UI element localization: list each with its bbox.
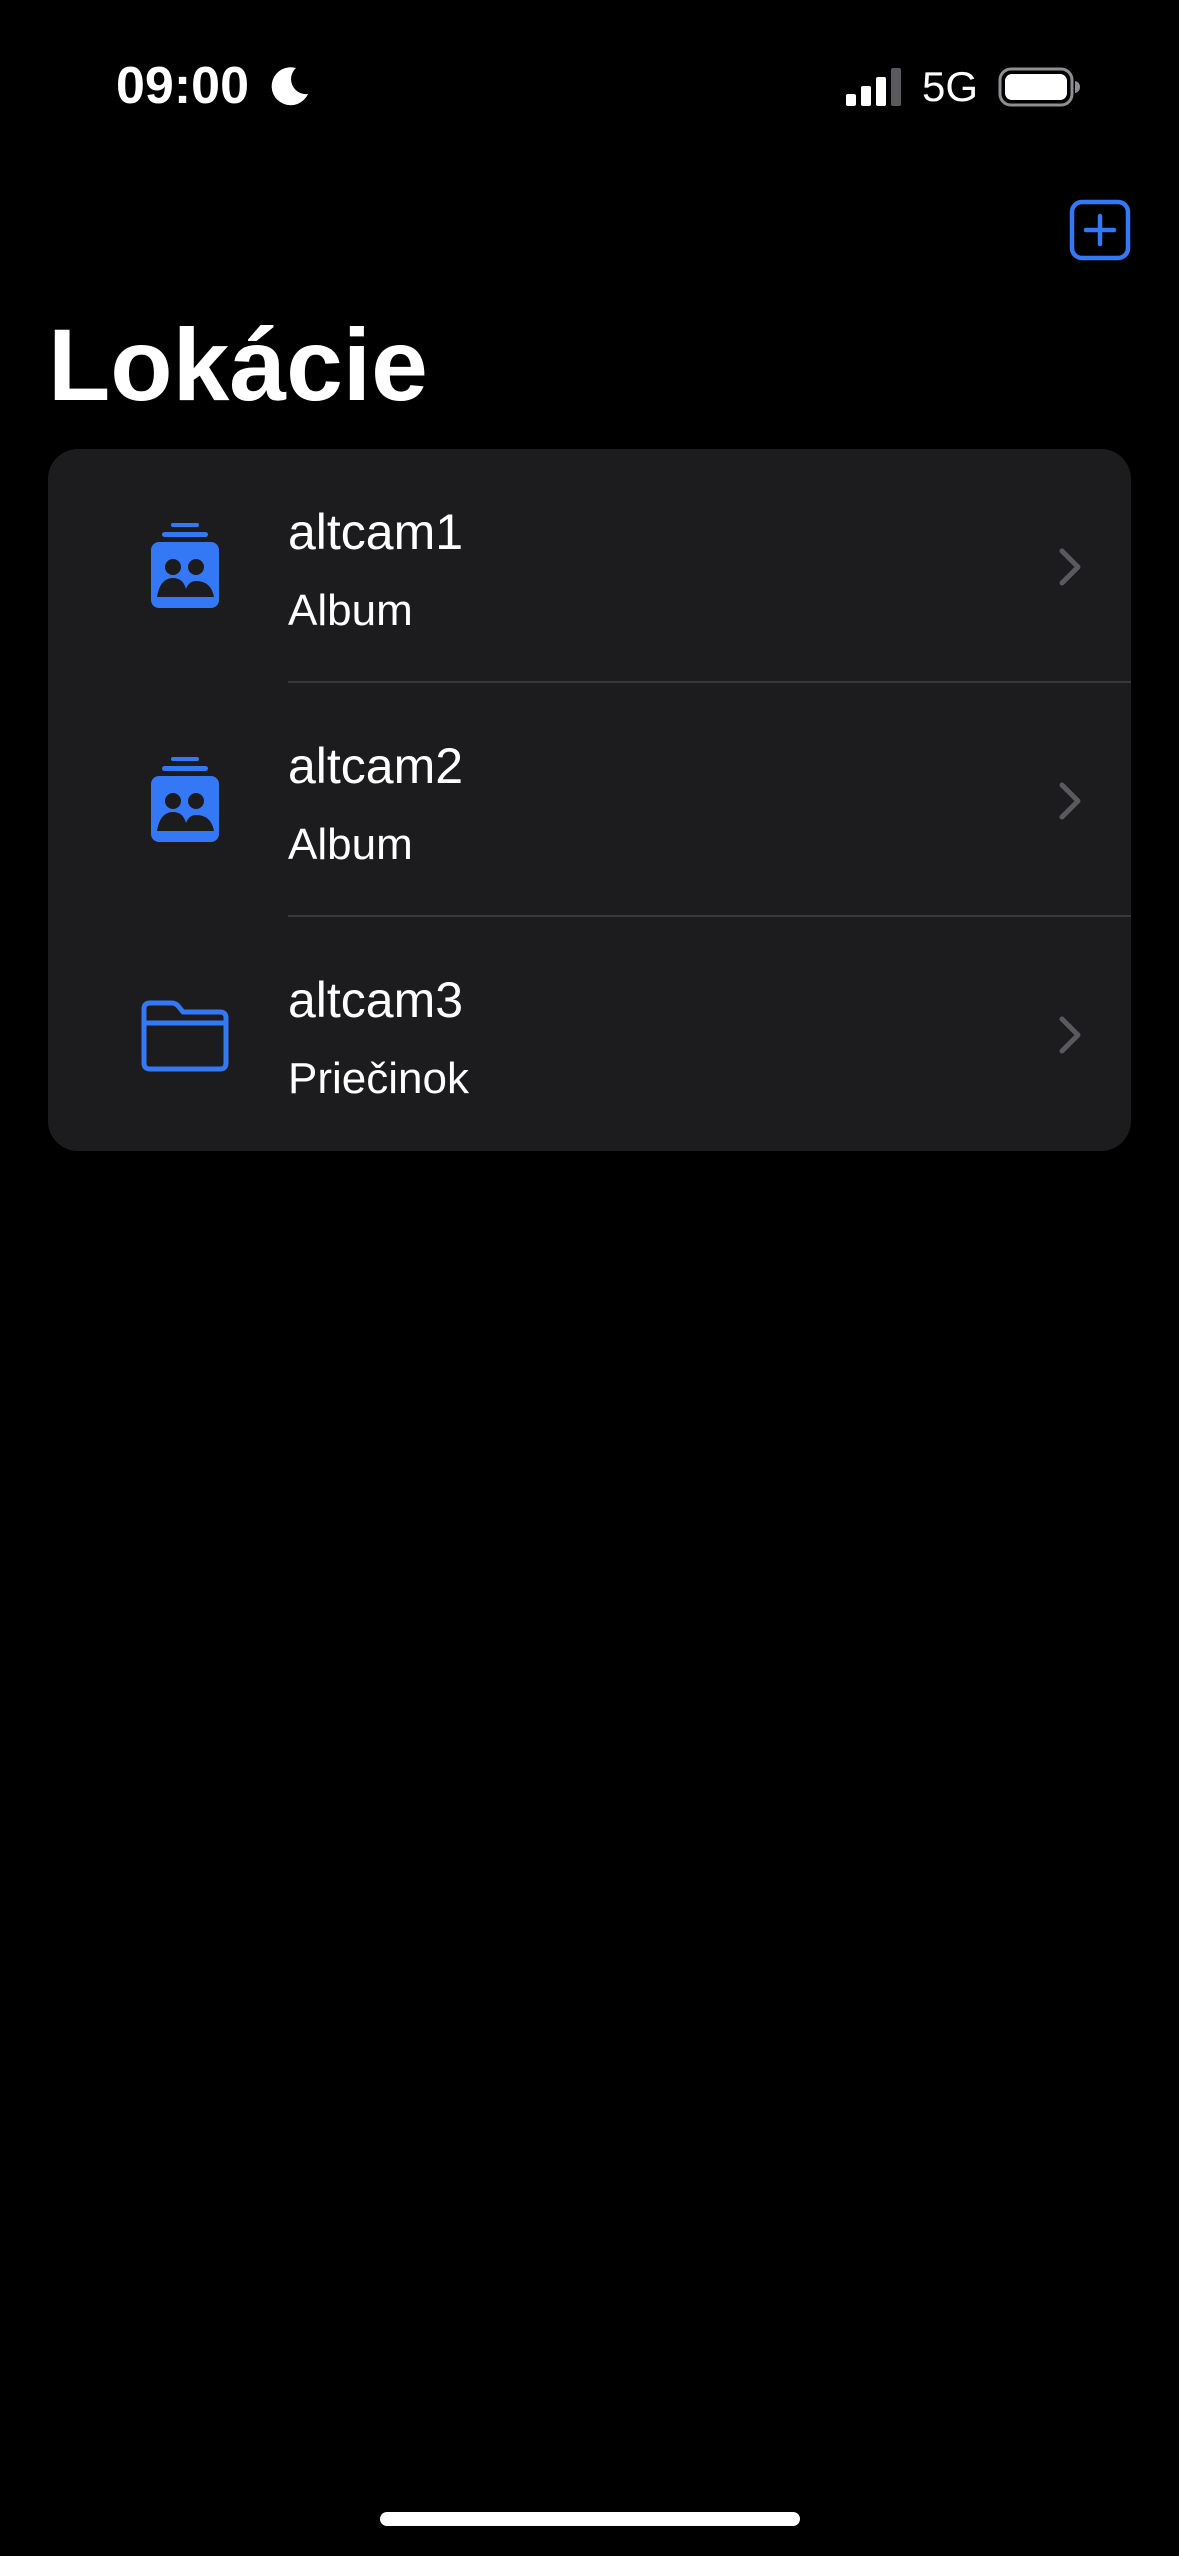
location-row-altcam3[interactable]: altcam3 Priečinok — [48, 917, 1131, 1151]
chevron-right-icon — [1059, 548, 1081, 586]
location-type: Album — [288, 820, 413, 869]
chevron-right-icon — [1059, 782, 1081, 820]
network-label: 5G — [922, 63, 979, 110]
location-name: altcam2 — [288, 738, 464, 794]
location-row-altcam2[interactable]: altcam2 Album — [48, 683, 1131, 917]
location-name: altcam1 — [288, 504, 464, 560]
folder-icon — [141, 1000, 229, 1072]
signal-icon — [846, 68, 901, 106]
status-bar: 09:00 5G — [0, 0, 1179, 170]
album-icon — [151, 757, 219, 842]
location-row-altcam1[interactable]: altcam1 Album — [48, 449, 1131, 683]
chevron-right-icon — [1059, 1016, 1081, 1054]
location-type: Priečinok — [288, 1054, 469, 1103]
locations-list: altcam1 Album altcam2 Album altcam3 Prie… — [48, 449, 1131, 1151]
status-time: 09:00 — [116, 57, 249, 115]
album-icon — [151, 523, 219, 608]
page-title: Lokácie — [48, 308, 428, 422]
battery-icon — [998, 67, 1080, 107]
location-name: altcam3 — [288, 972, 464, 1028]
home-indicator[interactable] — [380, 2512, 800, 2526]
moon-icon — [271, 67, 308, 106]
location-type: Album — [288, 586, 413, 635]
plus-square-icon — [1069, 199, 1131, 261]
add-button[interactable] — [1069, 199, 1131, 261]
